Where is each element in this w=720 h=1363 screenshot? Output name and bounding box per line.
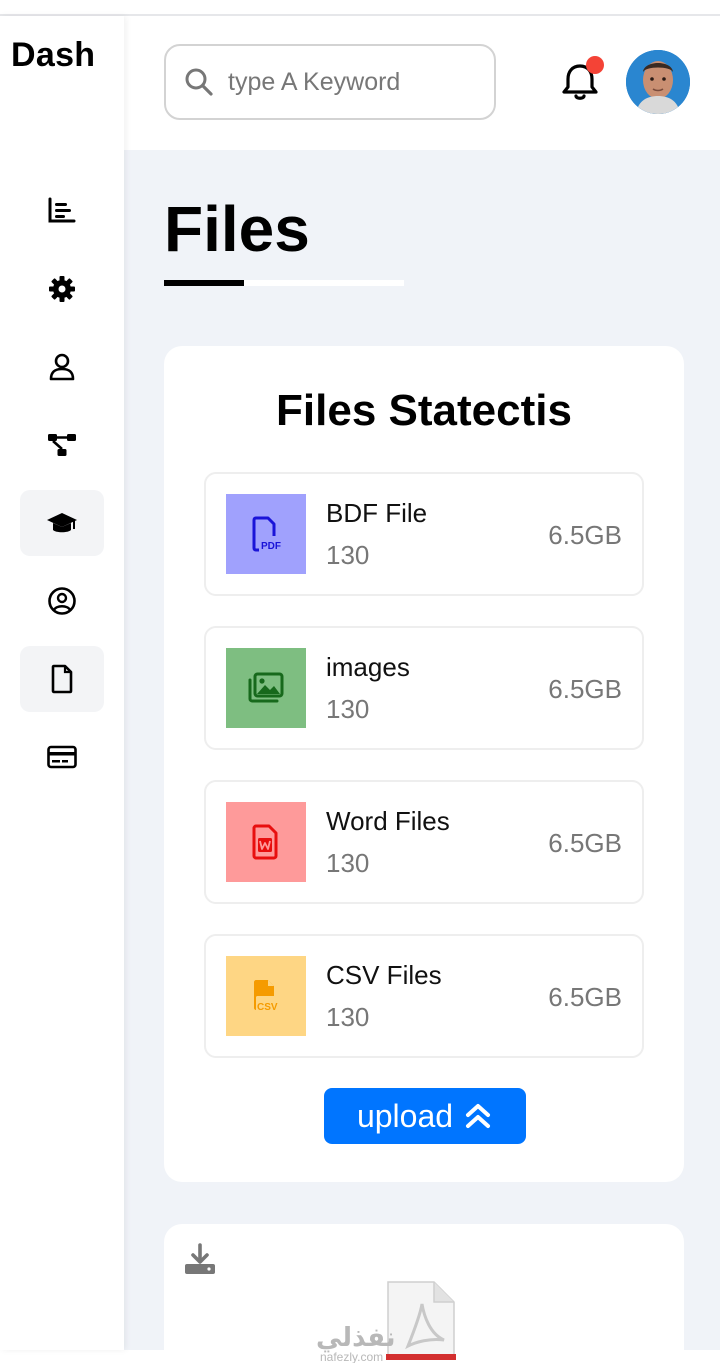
file-count: 130 xyxy=(326,540,370,570)
sidebar-item-settings[interactable] xyxy=(20,256,104,322)
file-stat-row[interactable]: images 130 6.5GB xyxy=(204,626,644,750)
sidebar-item-courses[interactable] xyxy=(20,490,104,556)
file-icon-box xyxy=(226,648,306,728)
file-icon-box: CSV xyxy=(226,956,306,1036)
avatar[interactable] xyxy=(626,50,690,114)
file-size: 6.5GB xyxy=(548,828,622,858)
images-icon xyxy=(248,672,284,703)
credit-card-icon xyxy=(47,745,77,769)
sidebar-item-projects[interactable] xyxy=(20,412,104,478)
file-icon-box: PDF xyxy=(226,494,306,574)
sidebar-item-friends[interactable] xyxy=(20,568,104,634)
file-count: 130 xyxy=(326,848,370,878)
file-stat-row[interactable]: Word Files 130 6.5GB xyxy=(204,780,644,904)
gear-icon xyxy=(49,276,75,302)
file-icon-box xyxy=(226,802,306,882)
file-stat-row[interactable]: PDF BDF File 130 6.5GB xyxy=(204,472,644,596)
file-name: CSV Files xyxy=(326,960,442,990)
search-input[interactable] xyxy=(228,67,478,97)
watermark: نفذلي xyxy=(316,1322,396,1352)
user-icon xyxy=(49,353,75,381)
file-count: 130 xyxy=(326,694,370,724)
sidebar: Dash xyxy=(0,16,124,1350)
brand-title: Dash xyxy=(11,36,96,74)
download-icon[interactable] xyxy=(182,1242,218,1278)
main-content: Files Files Statectis PDF BDF File 130 6… xyxy=(124,150,720,1363)
upload-button[interactable]: upload xyxy=(324,1088,526,1144)
avatar-image xyxy=(626,50,690,114)
sidebar-item-profile[interactable] xyxy=(20,334,104,400)
file-name: BDF File xyxy=(326,498,428,528)
sidebar-item-dashboard[interactable] xyxy=(20,178,104,244)
title-underline xyxy=(164,280,404,286)
diagram-project-icon xyxy=(48,434,76,456)
file-size: 6.5GB xyxy=(548,520,622,550)
user-circle-icon xyxy=(48,587,76,615)
file-icon xyxy=(51,664,73,694)
svg-text:PDF: PDF xyxy=(261,541,281,552)
search-icon xyxy=(185,68,213,96)
file-stat-row[interactable]: CSV CSV Files 130 6.5GB xyxy=(204,934,644,1058)
watermark-url: nafezly.com xyxy=(320,1350,384,1363)
upload-label: upload xyxy=(356,1097,454,1134)
svg-text:CSV: CSV xyxy=(257,1002,278,1013)
page-title: Files xyxy=(164,193,310,265)
card-title: Files Statectis xyxy=(276,386,572,435)
pdf-file-icon: PDF xyxy=(252,516,281,552)
file-item-card: نفذلي nafezly.com xyxy=(164,1224,684,1363)
top-border xyxy=(0,0,720,16)
graduation-cap-icon xyxy=(47,513,77,533)
pdf-document-icon xyxy=(386,1281,456,1360)
file-count: 130 xyxy=(326,1002,370,1032)
file-size: 6.5GB xyxy=(548,674,622,704)
search-box[interactable] xyxy=(164,44,496,120)
csv-file-icon: CSV xyxy=(254,980,278,1013)
word-file-icon xyxy=(252,824,278,860)
chart-bar-icon xyxy=(48,197,76,223)
files-statistics-card: Files Statectis PDF BDF File 130 6.5GB i… xyxy=(164,346,684,1182)
file-name: images xyxy=(326,652,410,682)
sidebar-item-files[interactable] xyxy=(20,646,104,712)
notification-badge xyxy=(586,56,604,74)
notifications-button[interactable] xyxy=(558,56,604,104)
top-header xyxy=(124,16,720,150)
chevrons-up-icon xyxy=(466,1104,491,1128)
file-name: Word Files xyxy=(326,806,450,836)
sidebar-item-plans[interactable] xyxy=(20,724,104,790)
file-size: 6.5GB xyxy=(548,982,622,1012)
title-underline-accent xyxy=(164,280,244,286)
